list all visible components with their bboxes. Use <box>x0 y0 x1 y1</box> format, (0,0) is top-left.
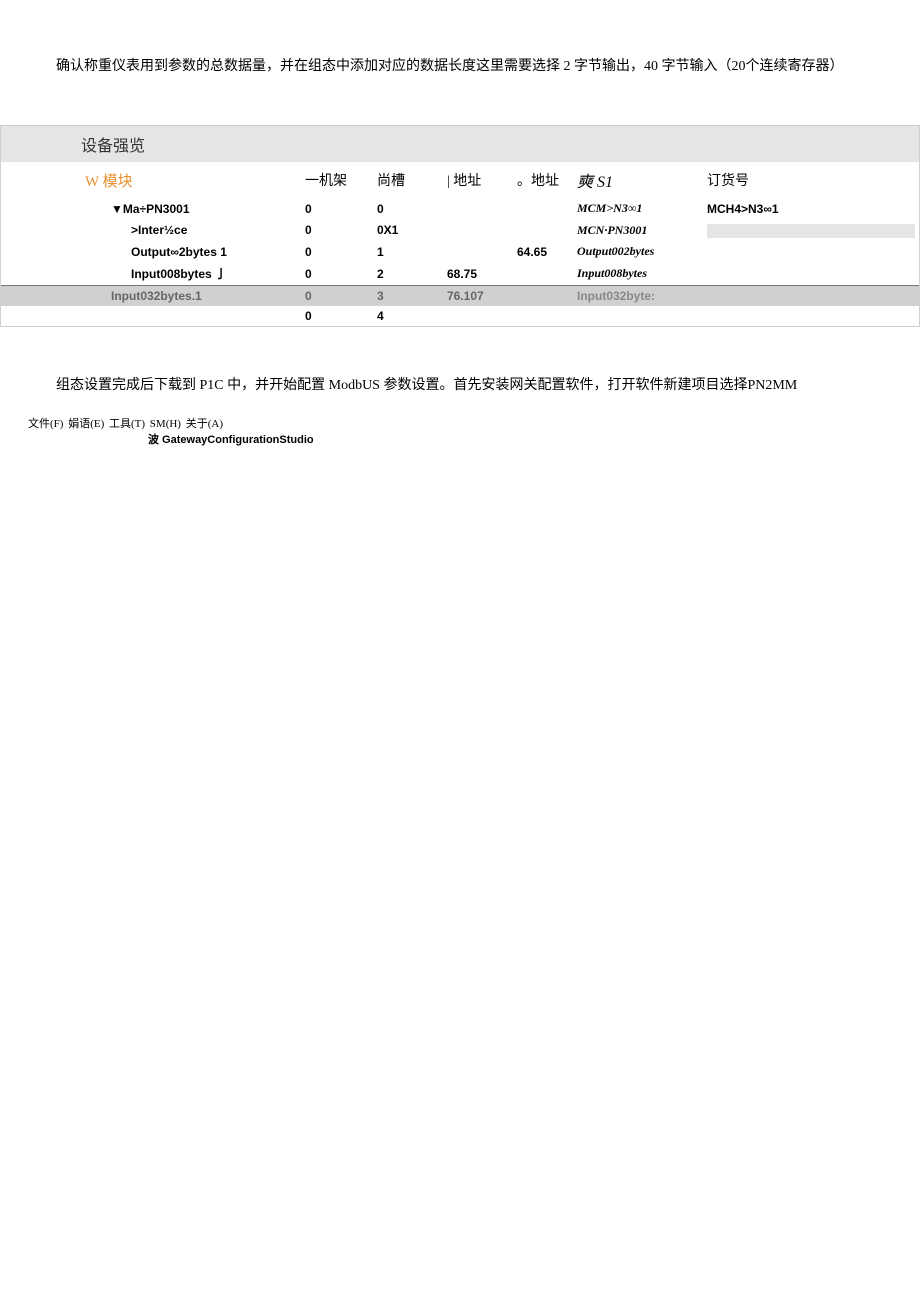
cell: 0 <box>301 262 373 286</box>
cell <box>513 262 573 286</box>
cell: 0 <box>373 198 443 219</box>
cell: Output∞2bytes 1 <box>1 241 301 262</box>
table-row[interactable]: ▼Ma÷PN300100MCM>N3∞1MCH4>N3∞1 <box>1 198 919 219</box>
menu-about[interactable]: 关于(A) <box>186 418 223 430</box>
col-slot-header: 尚槽 <box>373 162 443 198</box>
cell <box>703 306 919 326</box>
cell: 2 <box>373 262 443 286</box>
col-qaddr-header: 。地址 <box>513 162 573 198</box>
cell: Input008bytes <box>573 262 703 286</box>
table-row[interactable]: Input032bytes.10376.107 Input032byte: <box>1 286 919 307</box>
para2-text: 组态设置完成后下载到 P1C 中，并开始配置 ModbUS 参数设置。首先安装网… <box>28 375 892 397</box>
cell <box>443 241 513 262</box>
cell: 4 <box>373 306 443 326</box>
col-module-header: W 模块 <box>1 162 301 198</box>
cell: Input032bytes.1 <box>1 286 301 307</box>
menu-tool[interactable]: 工具(T) <box>109 418 145 430</box>
cell <box>513 219 573 241</box>
cell: 0 <box>301 306 373 326</box>
table-row[interactable]: 04 <box>1 306 919 326</box>
para1-text: 确认称重仪表用到参数的总数据量，并在组态中添加对应的数据长度这里需要选择 2 字… <box>28 56 892 77</box>
cell: 0 <box>301 219 373 241</box>
cell <box>443 306 513 326</box>
cell <box>703 219 919 241</box>
table-row[interactable]: Output∞2bytes 101 64.65Output002bytes <box>1 241 919 262</box>
cell: Output002bytes <box>573 241 703 262</box>
panel-title: 设备强览 <box>1 126 919 162</box>
cell: 0X1 <box>373 219 443 241</box>
cell: 3 <box>373 286 443 307</box>
col-order-header: 订货号 <box>703 162 919 198</box>
table-header-row: W 模块 一机架 尚槽 | 地址 。地址 奭 S1 订货号 <box>1 162 919 198</box>
cell: MCN·PN3001 <box>573 219 703 241</box>
cell <box>513 286 573 307</box>
cell <box>703 286 919 307</box>
cell <box>443 198 513 219</box>
cell <box>513 306 573 326</box>
menu-edit[interactable]: 娟语(E) <box>68 418 104 430</box>
menu-subtitle: 波 GatewayConfigurationStudio <box>28 431 920 447</box>
cell: Input008bytes 亅 <box>1 262 301 286</box>
table-row[interactable]: >Inter½ce00X1 MCN·PN3001 <box>1 219 919 241</box>
cell: 64.65 <box>513 241 573 262</box>
device-table: W 模块 一机架 尚槽 | 地址 。地址 奭 S1 订货号 ▼Ma÷PN3001… <box>1 162 919 326</box>
table-row[interactable]: Input008bytes 亅0268.75 Input008bytes <box>1 262 919 286</box>
col-iaddr-header: | 地址 <box>443 162 513 198</box>
menu-sm[interactable]: SM(H) <box>150 418 181 430</box>
cell <box>513 198 573 219</box>
table-body: ▼Ma÷PN300100MCM>N3∞1MCH4>N3∞1>Inter½ce00… <box>1 198 919 326</box>
cell <box>443 219 513 241</box>
device-overview-panel: 设备强览 W 模块 一机架 尚槽 | 地址 。地址 奭 S1 订货号 ▼Ma÷P… <box>0 125 920 327</box>
col-rack-header: 一机架 <box>301 162 373 198</box>
menubar: 文件(F) 娟语(E) 工具(T) SM(H) 关于(A) 波 GatewayC… <box>0 397 920 447</box>
col-type-header: 奭 S1 <box>573 162 703 198</box>
cell <box>703 241 919 262</box>
cell: 0 <box>301 286 373 307</box>
cell <box>573 306 703 326</box>
paragraph-2: 组态设置完成后下载到 P1C 中，并开始配置 ModbUS 参数设置。首先安装网… <box>0 327 920 397</box>
paragraph-1: 确认称重仪表用到参数的总数据量，并在组态中添加对应的数据长度这里需要选择 2 字… <box>0 0 920 77</box>
cell: 76.107 <box>443 286 513 307</box>
cell: 0 <box>301 198 373 219</box>
cell: 0 <box>301 241 373 262</box>
cell <box>703 262 919 286</box>
cell: 68.75 <box>443 262 513 286</box>
cell <box>1 306 301 326</box>
cell: MCM>N3∞1 <box>573 198 703 219</box>
order-input[interactable] <box>707 224 915 238</box>
menu-file[interactable]: 文件(F) <box>28 418 63 430</box>
cell: MCH4>N3∞1 <box>703 198 919 219</box>
cell: Input032byte: <box>573 286 703 307</box>
cell: 1 <box>373 241 443 262</box>
cell: >Inter½ce <box>1 219 301 241</box>
cell: ▼Ma÷PN3001 <box>1 198 301 219</box>
